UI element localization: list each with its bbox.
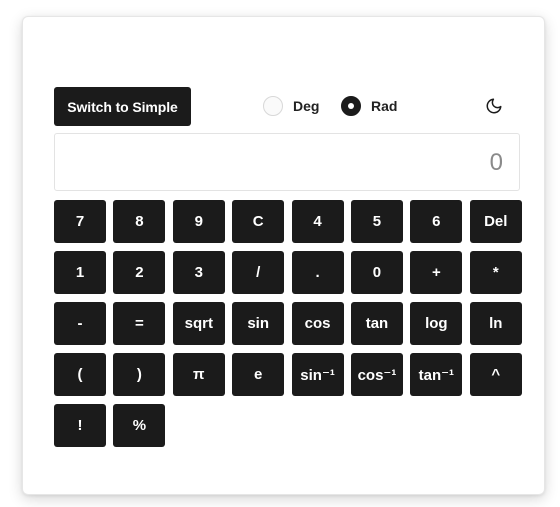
key-plus[interactable]: + [410,251,463,294]
key-pi[interactable]: π [172,353,225,396]
key-log[interactable]: log [410,302,463,345]
rad-radio[interactable] [341,96,361,116]
key-sqrt[interactable]: sqrt [172,302,225,345]
key-delete[interactable]: Del [469,200,522,243]
key-1[interactable]: 1 [54,251,106,294]
key-decimal[interactable]: . [291,251,344,294]
key-9[interactable]: 9 [172,200,225,243]
key-power[interactable]: ^ [469,353,522,396]
deg-radio[interactable] [263,96,283,116]
key-0[interactable]: 0 [350,251,403,294]
key-6[interactable]: 6 [410,200,463,243]
switch-to-simple-button[interactable]: Switch to Simple [54,87,191,126]
calculator-display: 0 [54,133,520,191]
key-minus[interactable]: - [54,302,106,345]
key-acos[interactable]: cos⁻¹ [350,353,403,396]
key-4[interactable]: 4 [291,200,344,243]
key-7[interactable]: 7 [54,200,106,243]
key-8[interactable]: 8 [113,200,166,243]
radio-selected-dot [348,103,354,109]
key-3[interactable]: 3 [172,251,225,294]
key-5[interactable]: 5 [350,200,403,243]
key-cos[interactable]: cos [291,302,344,345]
moon-icon[interactable] [485,97,503,115]
key-sin[interactable]: sin [232,302,285,345]
key-multiply[interactable]: * [469,251,522,294]
key-open-paren[interactable]: ( [54,353,106,396]
key-atan[interactable]: tan⁻¹ [410,353,463,396]
key-percent[interactable]: % [113,404,166,447]
key-2[interactable]: 2 [113,251,166,294]
key-factorial[interactable]: ! [54,404,106,447]
key-tan[interactable]: tan [350,302,403,345]
key-clear[interactable]: C [232,200,285,243]
key-asin[interactable]: sin⁻¹ [291,353,344,396]
key-ln[interactable]: ln [469,302,522,345]
calculator-card: Switch to Simple Deg Rad 0 7 8 9 C 4 5 6… [22,16,545,495]
rad-radio-label[interactable]: Rad [371,98,397,114]
key-divide[interactable]: / [232,251,285,294]
keypad: 7 8 9 C 4 5 6 Del 1 2 3 / . 0 + * - = sq… [54,200,522,447]
key-equals[interactable]: = [113,302,166,345]
key-e[interactable]: e [232,353,285,396]
deg-radio-label[interactable]: Deg [293,98,319,114]
key-close-paren[interactable]: ) [113,353,166,396]
